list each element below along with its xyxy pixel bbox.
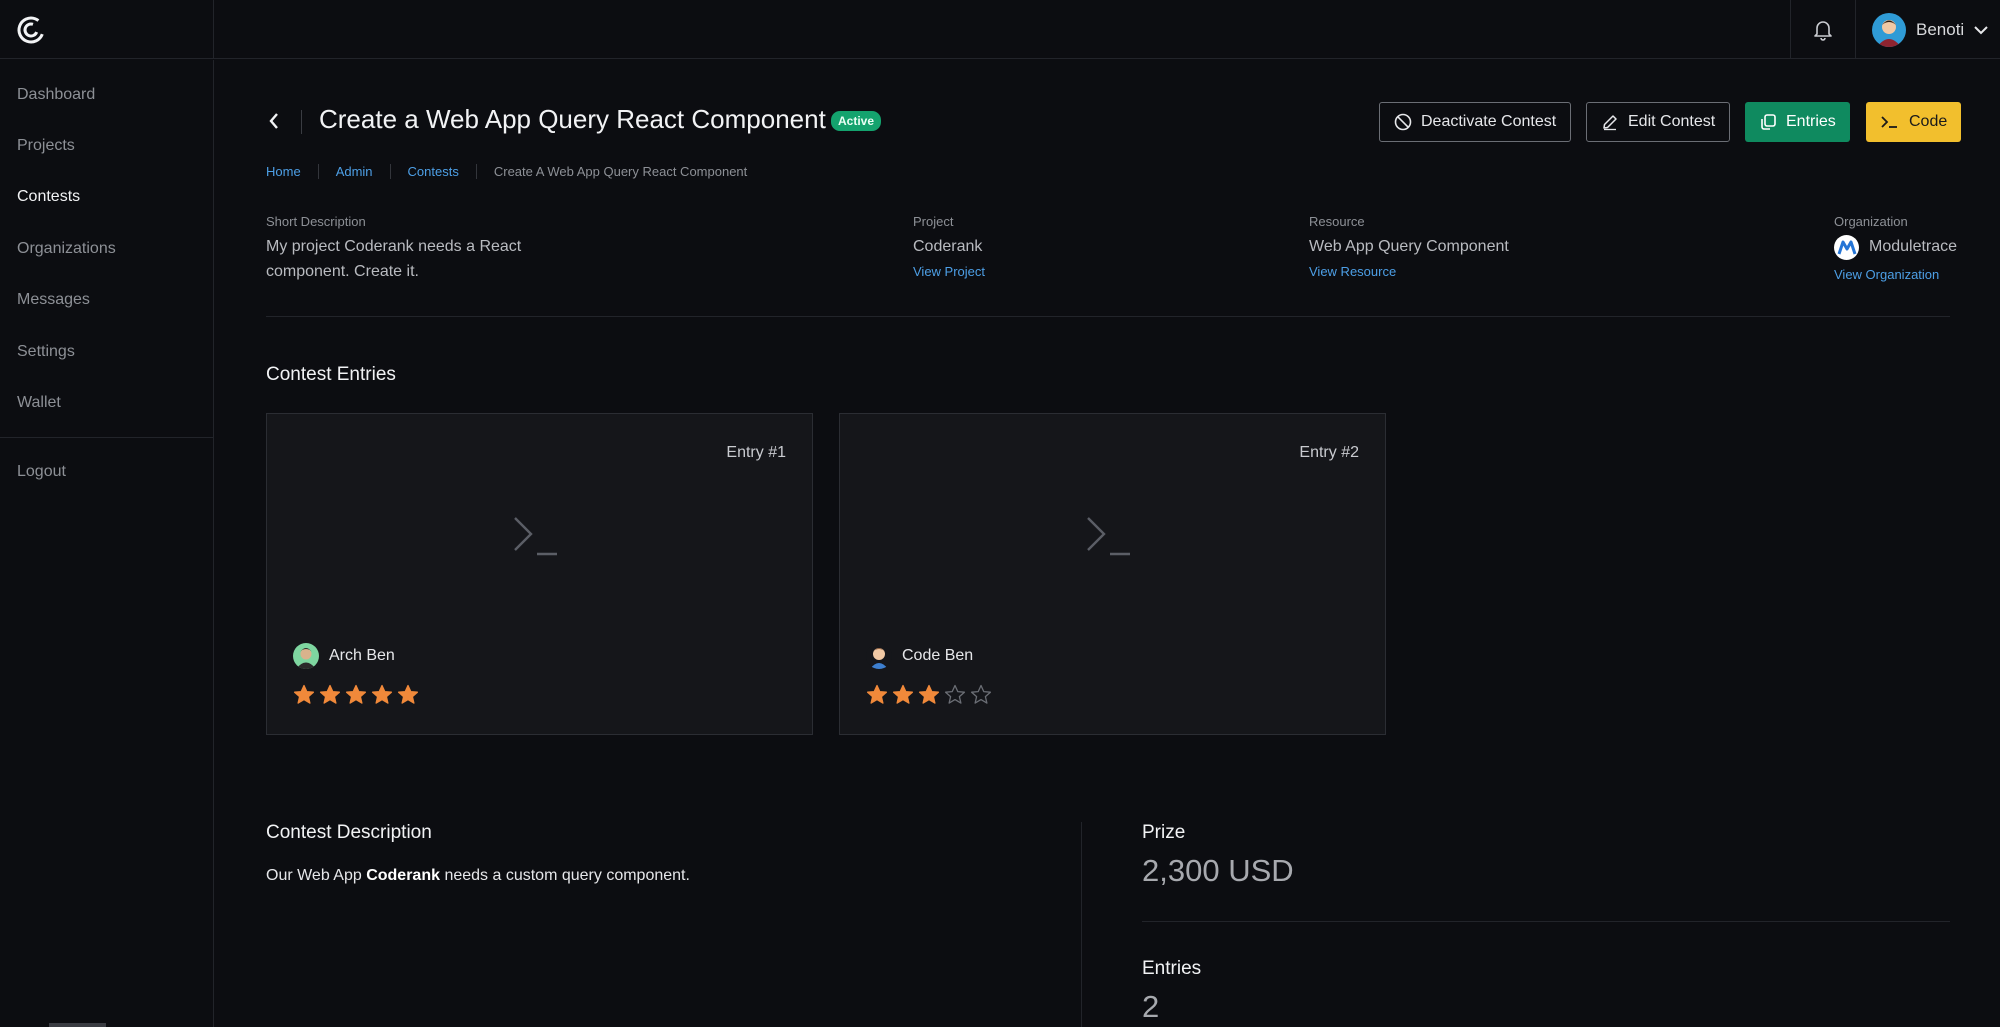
edit-contest-label: Edit Contest	[1628, 113, 1716, 130]
short-description-value: My project Coderank needs a React compon…	[266, 238, 522, 280]
pencil-icon	[1603, 115, 1617, 131]
entry-number: Entry #2	[1299, 444, 1359, 461]
breadcrumb-current: Create A Web App Query React Component	[493, 163, 748, 179]
app-logo[interactable]	[0, 0, 214, 59]
user-menu[interactable]: Benoti	[1872, 0, 1988, 59]
star-filled-icon	[866, 684, 888, 704]
description-text-start: Our Web App	[266, 867, 367, 884]
sidebar-item-settings[interactable]: Settings	[17, 343, 75, 361]
star-filled-icon	[918, 684, 940, 704]
user-name: Benoti	[1916, 19, 1965, 39]
star-filled-icon	[345, 684, 367, 704]
entries-label: Entries	[1786, 113, 1836, 130]
title-divider	[301, 110, 302, 134]
entries-count-label: Entries	[1142, 958, 1202, 979]
terminal-icon	[514, 517, 557, 556]
breadcrumb-contests[interactable]: Contests	[391, 163, 477, 179]
resource-value: Web App Query Component	[1309, 238, 1509, 255]
contest-description-title: Contest Description	[266, 822, 432, 843]
code-label: Code	[1909, 113, 1948, 130]
description-text-end: needs a custom query component.	[440, 867, 690, 884]
project-value: Coderank	[913, 238, 983, 255]
contest-entries-title: Contest Entries	[266, 364, 396, 385]
page-title: Create a Web App Query React Component	[319, 104, 826, 134]
scrollbar-handle[interactable]	[49, 1023, 106, 1027]
sidebar-item-wallet[interactable]: Wallet	[17, 394, 61, 412]
star-filled-icon	[397, 684, 419, 704]
sidebar-item-dashboard[interactable]: Dashboard	[17, 86, 95, 104]
sidebar-divider	[0, 437, 214, 438]
entry-card-2[interactable]: Entry #2 Code Ben	[839, 413, 1386, 735]
deactivate-contest-label: Deactivate Contest	[1421, 113, 1557, 130]
back-button[interactable]	[267, 108, 297, 134]
breadcrumb-admin[interactable]: Admin	[319, 163, 391, 179]
top-bar: Benoti	[0, 0, 2000, 59]
sidebar-item-projects[interactable]: Projects	[17, 137, 75, 155]
ban-icon	[1394, 113, 1412, 131]
author-name: Code Ben	[902, 647, 974, 664]
star-filled-icon	[293, 684, 315, 704]
copy-icon	[1761, 114, 1776, 130]
avatar	[866, 643, 892, 669]
entry-number: Entry #1	[726, 444, 786, 461]
organization-label: Organization	[1834, 214, 1908, 229]
status-badge: Active	[831, 111, 882, 131]
view-project-link[interactable]: View Project	[913, 264, 985, 279]
rating-stars	[866, 684, 992, 706]
sidebar-item-contests[interactable]: Contests	[17, 188, 80, 206]
organization-value: Moduletrace	[1869, 238, 1958, 255]
resource-label: Resource	[1309, 214, 1365, 229]
prize-value: 2,300 USD	[1142, 853, 1294, 888]
author-name: Arch Ben	[329, 647, 395, 664]
avatar	[1872, 12, 1906, 47]
star-empty-icon	[944, 684, 966, 704]
sidebar: Dashboard Projects Contests Organization…	[0, 60, 214, 1027]
code-button[interactable]: Code	[1866, 102, 1962, 142]
view-organization-link[interactable]: View Organization	[1834, 267, 1939, 282]
info-divider	[266, 316, 1950, 317]
star-filled-icon	[892, 684, 914, 704]
star-filled-icon	[319, 684, 341, 704]
stats-divider	[1142, 921, 1950, 922]
deactivate-contest-button[interactable]: Deactivate Contest	[1379, 102, 1572, 142]
avatar	[293, 643, 319, 669]
main-content: Create a Web App Query React Component A…	[215, 60, 2000, 1027]
entry-author: Code Ben	[866, 643, 973, 669]
rating-stars	[293, 684, 419, 706]
prize-label: Prize	[1142, 822, 1186, 843]
description-project-name: Coderank	[366, 867, 440, 884]
breadcrumb: Home Admin Contests Create A Web App Que…	[266, 160, 764, 182]
view-resource-link[interactable]: View Resource	[1309, 264, 1396, 279]
entry-author: Arch Ben	[293, 643, 395, 669]
sidebar-item-logout[interactable]: Logout	[17, 463, 66, 481]
sidebar-item-messages[interactable]: Messages	[17, 291, 90, 309]
star-filled-icon	[371, 684, 393, 704]
entries-button[interactable]: Entries	[1745, 102, 1850, 142]
star-empty-icon	[970, 684, 992, 704]
edit-contest-button[interactable]: Edit Contest	[1586, 102, 1731, 142]
chevron-down-icon	[1974, 25, 1988, 34]
section-divider	[1081, 822, 1082, 1027]
short-description-label: Short Description	[266, 214, 366, 229]
entries-count-value: 2	[1142, 989, 1160, 1024]
breadcrumb-home[interactable]: Home	[266, 163, 319, 179]
organization-logo	[1834, 235, 1859, 260]
sidebar-item-organizations[interactable]: Organizations	[17, 240, 116, 258]
contest-description-text: Our Web App Coderank needs a custom quer…	[266, 867, 690, 885]
logo-icon	[17, 16, 45, 43]
bell-icon	[1814, 20, 1832, 41]
chevron-left-icon	[269, 113, 278, 129]
entry-card-1[interactable]: Entry #1 Arch Ben	[266, 413, 813, 735]
terminal-icon	[1087, 517, 1130, 556]
terminal-icon	[1881, 116, 1897, 128]
notifications-button[interactable]	[1790, 0, 1856, 59]
moduletrace-logo-icon	[1837, 240, 1856, 254]
project-label: Project	[913, 214, 954, 229]
